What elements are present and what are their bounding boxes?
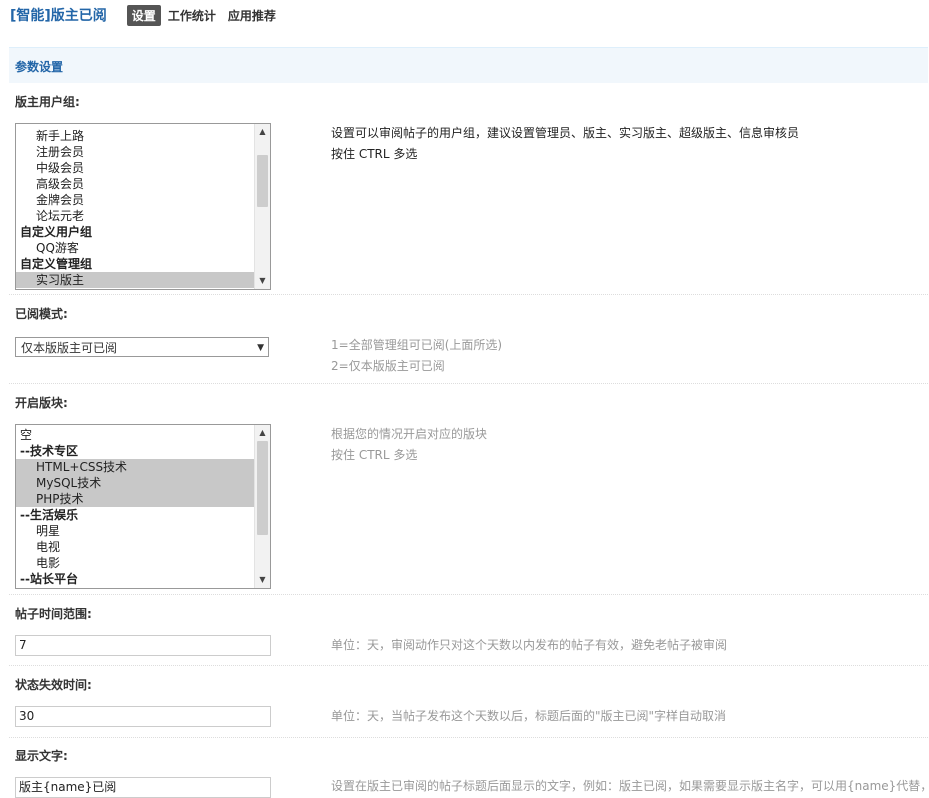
tab-work-stats[interactable]: 工作统计 (163, 5, 221, 26)
list-option[interactable]: MySQL技术 (16, 475, 254, 491)
row-divider (9, 294, 928, 295)
display-text-tip: 设置在版主已审阅的帖子标题后面显示的文字，例如：版主已阅，如果需要显示版主名字，… (331, 779, 929, 793)
forums-listbox[interactable]: 空 --技术专区 HTML+CSS技术 MySQL技术 PHP技术 --生活娱乐 明星 电视电… (15, 424, 271, 589)
optgroup-label: 自定义管理组 (20, 257, 93, 271)
list-option[interactable]: 中级会员 (16, 160, 254, 176)
row-divider (9, 737, 928, 738)
scrollbar-thumb[interactable] (257, 155, 268, 207)
expire-tip: 单位：天，当帖子发布这个天数以后，标题后面的"版主已阅"字样自动取消 (331, 709, 727, 723)
moderator-groups-tip-1: 设置可以审阅帖子的用户组，建议设置管理员、版主、实习版主、超级版主、信息审核员 (331, 126, 800, 140)
section-header: 参数设置 (9, 47, 928, 83)
optgroup-label: --生活娱乐 (20, 508, 78, 522)
listbox-scrollbar[interactable]: ▲ ▼ (254, 425, 270, 588)
read-mode-select[interactable]: 仅本版版主可已阅 ▼ (15, 337, 269, 357)
list-option[interactable]: 空 (16, 427, 254, 443)
list-option[interactable]: QQ游客 (16, 240, 254, 256)
forums-tip-1: 根据您的情况开启对应的版块 (331, 427, 488, 441)
scroll-up-icon[interactable]: ▲ (258, 127, 267, 137)
read-mode-label: 已阅模式: (15, 307, 68, 321)
expire-label: 状态失效时间: (15, 678, 92, 692)
tab-app-recommend[interactable]: 应用推荐 (223, 5, 281, 26)
time-range-input[interactable]: 7 (15, 635, 271, 656)
list-option[interactable]: 明星 (16, 523, 254, 539)
scroll-down-icon[interactable]: ▼ (258, 276, 267, 286)
forums-options: 空 --技术专区 HTML+CSS技术 MySQL技术 PHP技术 --生活娱乐 明星 电视电… (16, 427, 254, 587)
time-range-tip: 单位：天，审阅动作只对这个天数以内发布的帖子有效，避免老帖子被审阅 (331, 638, 728, 652)
forums-tip-2: 按住 CTRL 多选 (331, 448, 418, 462)
list-option[interactable]: 注册会员 (16, 144, 254, 160)
read-mode-value: 仅本版版主可已阅 (21, 341, 118, 355)
list-option[interactable]: 高级会员 (16, 176, 254, 192)
row-divider (9, 383, 928, 384)
read-mode-tip-1: 1=全部管理组可已阅(上面所选) (331, 338, 503, 352)
tab-settings[interactable]: 设置 (126, 4, 161, 26)
moderator-groups-options: 新手上路 注册会员 中级会员 高级会员 金牌会员 论坛元老 自定义用户组 QQ游客 自定义管理组… (16, 128, 254, 288)
list-option[interactable]: HTML+CSS技术 (16, 459, 254, 475)
list-option[interactable]: 实习版主 (16, 272, 254, 288)
optgroup-label: --技术专区 (20, 444, 78, 458)
list-option[interactable]: PHP技术 (16, 491, 254, 507)
scroll-down-icon[interactable]: ▼ (258, 575, 267, 585)
time-range-label: 帖子时间范围: (15, 607, 92, 621)
list-option[interactable]: 金牌会员 (16, 192, 254, 208)
top-navigation: [智能]版主已阅 设置 工作统计 应用推荐 (10, 4, 283, 26)
forums-label: 开启版块: (15, 396, 68, 410)
list-option[interactable]: 电影 (16, 555, 254, 571)
moderator-groups-listbox[interactable]: 新手上路 注册会员 中级会员 高级会员 金牌会员 论坛元老 自定义用户组 QQ游客 自定义管理组… (15, 123, 271, 290)
row-divider (9, 594, 928, 595)
read-mode-tip-2: 2=仅本版版主可已阅 (331, 359, 445, 373)
optgroup-label: --站长平台 (20, 572, 78, 586)
list-option[interactable]: 电视 (16, 539, 254, 555)
list-option[interactable]: 论坛元老 (16, 208, 254, 224)
listbox-scrollbar[interactable]: ▲ ▼ (254, 124, 270, 289)
expire-input[interactable]: 30 (15, 706, 271, 727)
display-text-input[interactable]: 版主{name}已阅 (15, 777, 271, 798)
list-option[interactable]: 新手上路 (16, 128, 254, 144)
scrollbar-thumb[interactable] (257, 441, 268, 535)
display-text-label: 显示文字: (15, 749, 68, 763)
optgroup-label: 自定义用户组 (20, 225, 93, 239)
dropdown-caret-icon: ▼ (257, 343, 264, 353)
moderator-groups-label: 版主用户组: (15, 95, 80, 109)
section-title: 参数设置 (15, 60, 64, 74)
scroll-up-icon[interactable]: ▲ (258, 428, 267, 438)
moderator-groups-tip-2: 按住 CTRL 多选 (331, 147, 418, 161)
row-divider (9, 665, 928, 666)
app-title[interactable]: [智能]版主已阅 (10, 5, 107, 25)
